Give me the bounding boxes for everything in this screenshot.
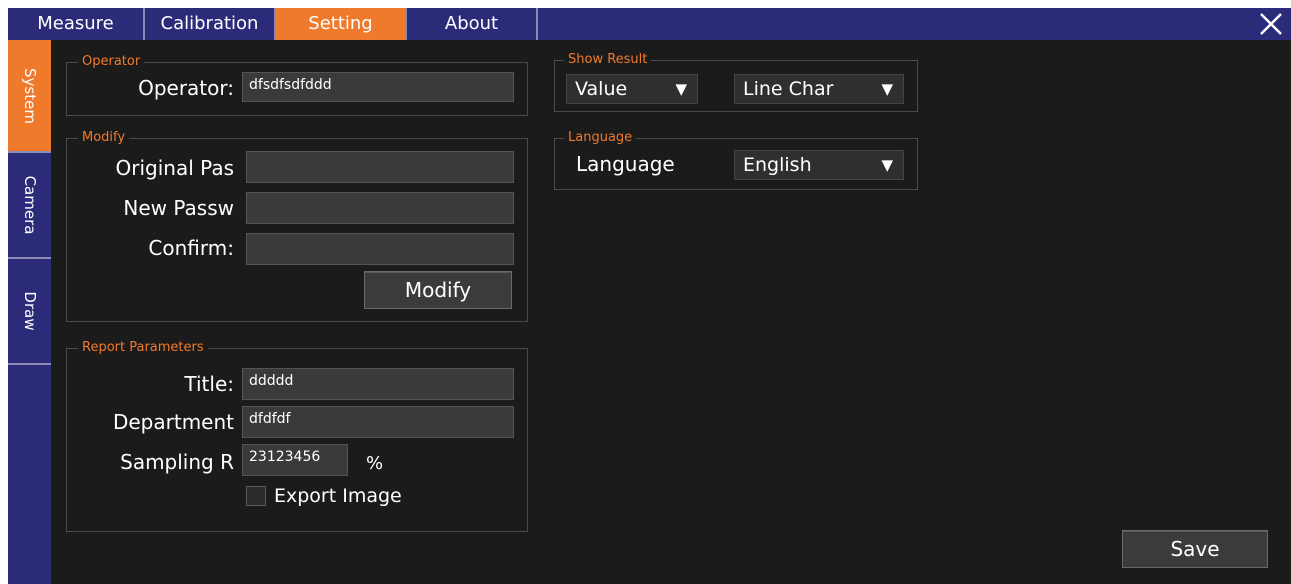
operator-input[interactable]: dfsdfsdfddd — [242, 72, 514, 102]
result-value-select-text: Value — [575, 78, 628, 100]
language-select[interactable]: English ▼ — [734, 150, 904, 180]
modify-button[interactable]: Modify — [364, 271, 512, 309]
export-image-checkbox[interactable] — [246, 486, 266, 506]
tab-setting[interactable]: Setting — [276, 8, 407, 40]
show-result-legend: Show Result — [564, 52, 652, 68]
modify-legend: Modify — [78, 130, 130, 146]
chevron-down-icon: ▼ — [675, 80, 687, 98]
side-tab-camera[interactable]: Camera — [8, 153, 51, 259]
side-tab-camera-label: Camera — [20, 175, 39, 235]
language-select-text: English — [743, 154, 812, 176]
original-password-label: Original Pas — [115, 156, 234, 180]
tab-measure[interactable]: Measure — [8, 8, 145, 40]
language-legend: Language — [564, 130, 637, 146]
report-title-label: Title: — [184, 372, 234, 396]
side-tab-draw-label: Draw — [20, 291, 39, 331]
new-password-label: New Passw — [123, 196, 234, 220]
result-chart-select[interactable]: Line Char ▼ — [734, 74, 904, 104]
save-button[interactable]: Save — [1122, 530, 1268, 568]
result-value-select[interactable]: Value ▼ — [566, 74, 698, 104]
chevron-down-icon: ▼ — [881, 156, 893, 174]
report-title-input[interactable]: ddddd — [242, 368, 514, 400]
chevron-down-icon: ▼ — [881, 80, 893, 98]
result-chart-select-text: Line Char — [743, 78, 834, 100]
tab-about[interactable]: About — [407, 8, 538, 40]
department-label: Department — [112, 410, 234, 434]
percent-unit: % — [366, 453, 384, 474]
new-password-input[interactable] — [246, 192, 514, 224]
original-password-input[interactable] — [246, 151, 514, 183]
report-parameters-legend: Report Parameters — [78, 340, 208, 356]
confirm-password-input[interactable] — [246, 233, 514, 265]
side-tab-system-label: System — [20, 67, 39, 124]
close-icon[interactable] — [1255, 8, 1287, 40]
operator-label: Operator: — [138, 76, 234, 100]
sampling-rate-label: Sampling R — [120, 450, 234, 474]
export-image-label: Export Image — [274, 485, 402, 507]
tab-calibration[interactable]: Calibration — [145, 8, 276, 40]
side-tab-draw[interactable]: Draw — [8, 259, 51, 365]
confirm-password-label: Confirm: — [148, 236, 234, 260]
language-label: Language — [576, 152, 675, 176]
department-input[interactable]: dfdfdf — [242, 406, 514, 438]
operator-legend: Operator — [78, 54, 145, 70]
side-tab-system[interactable]: System — [8, 40, 51, 153]
sampling-rate-input[interactable]: 23123456 — [242, 444, 348, 476]
